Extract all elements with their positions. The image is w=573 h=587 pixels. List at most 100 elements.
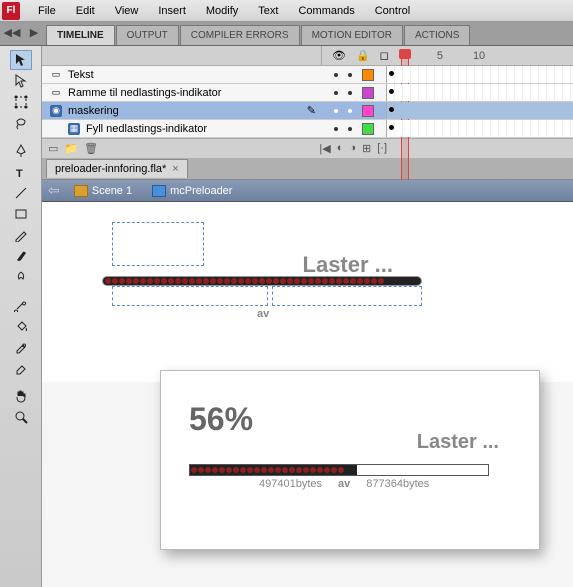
scene-icon — [74, 185, 88, 197]
timeline-footer: ▭ 📁 🗑 |◀ ◐ ◑ ⊞ [·] — [42, 138, 573, 158]
panel-expand-icon[interactable]: ▶ — [26, 24, 42, 40]
loading-label: Laster ... — [303, 252, 393, 278]
eraser-tool[interactable] — [10, 358, 32, 378]
new-folder-icon[interactable]: 📁 — [64, 142, 78, 155]
separator-label: av — [338, 478, 350, 490]
keyframe[interactable] — [389, 107, 394, 112]
layer-name: Ramme til nedlastings-indikator — [68, 87, 221, 99]
flash-logo: Fl — [2, 2, 20, 20]
paint-bucket-tool[interactable] — [10, 316, 32, 336]
app-menu-bar: Fl File Edit View Insert Modify Text Com… — [0, 0, 573, 22]
free-transform-tool[interactable] — [10, 92, 32, 112]
frame-ruler[interactable]: 5 10 — [399, 50, 573, 62]
edit-multiple-icon[interactable]: ⊞ — [362, 142, 371, 155]
tab-motion-editor[interactable]: MOTION EDITOR — [301, 25, 403, 45]
edit-bar: ⇦ Scene 1 mcPreloader — [42, 180, 573, 202]
menu-commands[interactable]: Commands — [288, 2, 364, 20]
hand-tool[interactable] — [10, 386, 32, 406]
svg-text:T: T — [16, 168, 23, 178]
timeline-panel: 👁 🔒 ◻ 5 10 ▭ Tekst ▭ Ramme til nedlastin… — [42, 46, 573, 158]
layer-icon: ▭ — [50, 69, 62, 81]
lock-icon[interactable]: 🔒 — [356, 49, 370, 62]
keyframe[interactable] — [389, 125, 394, 130]
separator-label: av — [257, 308, 269, 320]
eyedropper-tool[interactable] — [10, 337, 32, 357]
layer-name: Fyll nedlastings-indikator — [86, 123, 207, 135]
breadcrumb-label: mcPreloader — [170, 185, 232, 197]
pencil-tool[interactable] — [10, 225, 32, 245]
marker-icon[interactable]: [·] — [377, 142, 387, 155]
menu-modify[interactable]: Modify — [196, 2, 248, 20]
new-layer-icon[interactable]: ▭ — [48, 142, 58, 155]
layer-color-swatch[interactable] — [362, 87, 374, 99]
tab-output[interactable]: OUTPUT — [116, 25, 179, 45]
panel-collapse-icon[interactable]: ◀◀ — [4, 24, 20, 40]
layer-color-swatch[interactable] — [362, 123, 374, 135]
layer-row[interactable]: ◉ maskering ✎ — [42, 102, 573, 120]
ruler-mark: 5 — [437, 50, 443, 62]
breadcrumb-label: Scene 1 — [92, 185, 132, 197]
menu-insert[interactable]: Insert — [148, 2, 196, 20]
pencil-icon: ✎ — [307, 104, 316, 117]
layer-row[interactable]: ▭ Tekst — [42, 66, 573, 84]
document-tab-bar: preloader-innforing.fla* × — [42, 158, 573, 180]
loading-label: Laster ... — [417, 431, 499, 454]
breadcrumb-scene[interactable]: Scene 1 — [68, 183, 138, 199]
layer-row[interactable]: ▭ Ramme til nedlastings-indikator — [42, 84, 573, 102]
onion-outline-icon[interactable]: ◑ — [349, 142, 356, 155]
deco-tool[interactable] — [10, 267, 32, 287]
menu-control[interactable]: Control — [365, 2, 420, 20]
rewind-icon[interactable]: |◀ — [319, 142, 330, 155]
stage[interactable]: Laster ... av — [42, 202, 573, 382]
keyframe[interactable] — [389, 89, 394, 94]
preview-window: 56% Laster ... 497401bytes av 877364byte… — [160, 370, 540, 550]
rectangle-tool[interactable] — [10, 204, 32, 224]
outline-icon[interactable]: ◻ — [380, 49, 389, 62]
pen-tool[interactable] — [10, 141, 32, 161]
lasso-tool[interactable] — [10, 113, 32, 133]
layer-name: maskering — [68, 105, 119, 117]
mask-layer-icon: ◉ — [50, 105, 62, 117]
textfield-placeholder[interactable] — [272, 286, 422, 306]
subselection-tool[interactable] — [10, 71, 32, 91]
layer-icon: ▭ — [50, 87, 62, 99]
menu-text[interactable]: Text — [248, 2, 288, 20]
delete-layer-icon[interactable]: 🗑 — [84, 142, 98, 155]
close-icon[interactable]: × — [172, 163, 178, 175]
tab-actions[interactable]: ACTIONS — [404, 25, 470, 45]
tab-timeline[interactable]: TIMELINE — [46, 25, 115, 45]
layer-color-swatch[interactable] — [362, 69, 374, 81]
progress-bar[interactable] — [102, 276, 422, 286]
symbol-icon — [152, 185, 166, 197]
text-tool[interactable]: T — [10, 162, 32, 182]
menu-view[interactable]: View — [105, 2, 149, 20]
layer-color-swatch[interactable] — [362, 105, 374, 117]
selection-tool[interactable] — [10, 50, 32, 70]
eye-icon[interactable]: 👁 — [332, 49, 346, 62]
breadcrumb-symbol[interactable]: mcPreloader — [146, 183, 238, 199]
line-tool[interactable] — [10, 183, 32, 203]
document-tab[interactable]: preloader-innforing.fla* × — [46, 159, 188, 178]
panel-tab-strip: ◀◀ ▶ TIMELINE OUTPUT COMPILER ERRORS MOT… — [0, 22, 573, 46]
menu-edit[interactable]: Edit — [66, 2, 105, 20]
document-name: preloader-innforing.fla* — [55, 163, 166, 175]
layer-row[interactable]: ▦ Fyll nedlastings-indikator — [42, 120, 573, 138]
bytes-total: 877364bytes — [366, 478, 429, 490]
textfield-placeholder[interactable] — [112, 222, 204, 266]
onion-skin-icon[interactable]: ◐ — [337, 142, 344, 155]
zoom-tool[interactable] — [10, 407, 32, 427]
back-arrow-icon[interactable]: ⇦ — [48, 182, 60, 199]
masked-layer-icon: ▦ — [68, 123, 80, 135]
bone-tool[interactable] — [10, 295, 32, 315]
tab-compiler-errors[interactable]: COMPILER ERRORS — [180, 25, 300, 45]
textfield-placeholder[interactable] — [112, 286, 268, 306]
layer-name: Tekst — [68, 69, 94, 81]
keyframe[interactable] — [389, 71, 394, 76]
menu-file[interactable]: File — [28, 2, 66, 20]
ruler-mark: 10 — [473, 50, 485, 62]
progress-bar — [189, 464, 489, 476]
bytes-loaded: 497401bytes — [259, 478, 322, 490]
timeline-header: 👁 🔒 ◻ 5 10 — [42, 46, 573, 66]
toolbox: T — [0, 46, 42, 587]
brush-tool[interactable] — [10, 246, 32, 266]
